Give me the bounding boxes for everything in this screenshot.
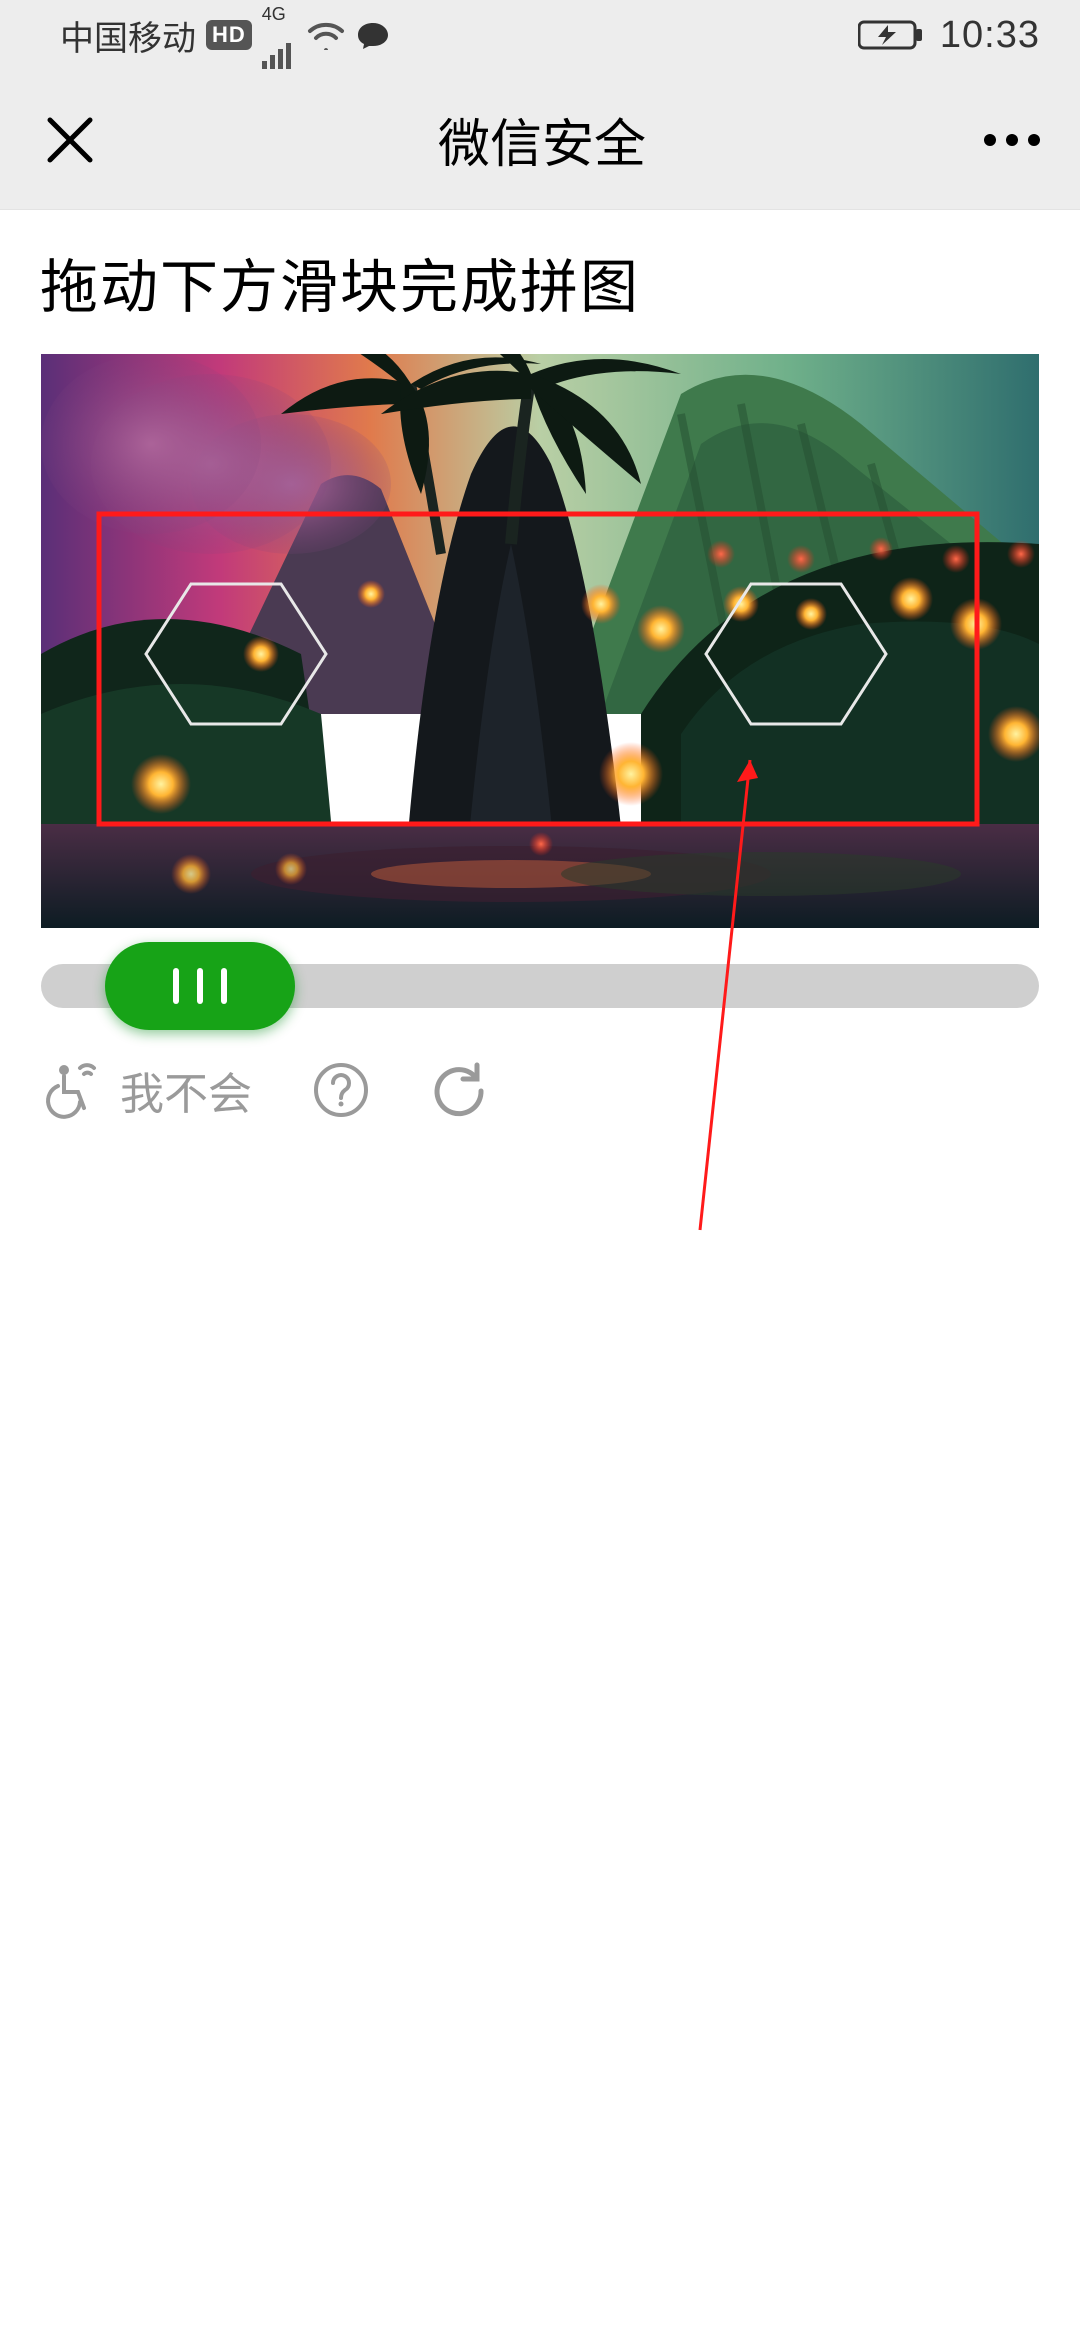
help-link[interactable]: 我不会: [120, 1058, 252, 1122]
carrier-label: 中国移动: [60, 11, 196, 60]
chat-bubble-icon: [356, 20, 390, 50]
clock-label: 10:33: [940, 14, 1040, 57]
grip-bar-icon: [173, 968, 179, 1004]
battery-icon: [858, 19, 924, 51]
wifi-icon: [306, 20, 346, 50]
mobile-data-icon: 4G: [262, 2, 296, 69]
accessibility-icon[interactable]: [40, 1060, 100, 1120]
page-title: 微信安全: [438, 102, 646, 177]
slider-handle[interactable]: [105, 942, 295, 1030]
captcha-panel: 拖动下方滑块完成拼图: [0, 210, 1080, 1008]
close-icon[interactable]: [40, 110, 100, 170]
grip-bar-icon: [197, 968, 203, 1004]
instruction-text: 拖动下方滑块完成拼图: [40, 240, 1040, 324]
title-bar: 微信安全: [0, 70, 1080, 210]
refresh-icon[interactable]: [430, 1061, 488, 1119]
hd-badge: HD: [206, 20, 252, 50]
more-icon[interactable]: [984, 134, 1040, 146]
grip-bar-icon: [221, 968, 227, 1004]
slider-track[interactable]: [41, 964, 1039, 1008]
help-icon[interactable]: [312, 1061, 370, 1119]
captcha-image: [41, 354, 1039, 928]
status-bar: 中国移动 HD 4G: [0, 0, 1080, 70]
